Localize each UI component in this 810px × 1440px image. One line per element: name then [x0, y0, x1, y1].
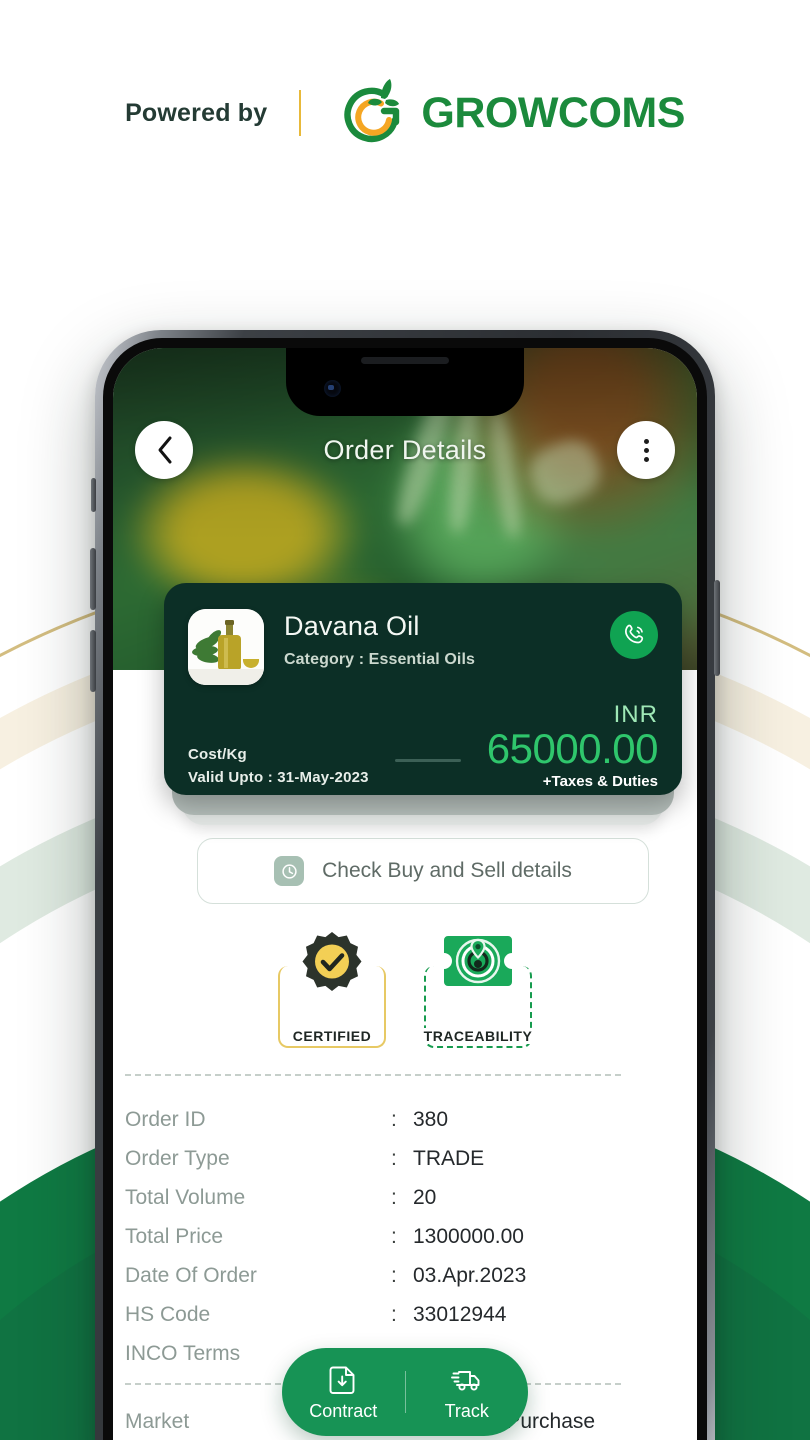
call-supplier-button[interactable]	[610, 611, 658, 659]
order-details-list: Order ID : 380 Order Type : TRADE Total …	[125, 1100, 645, 1373]
track-button[interactable]: Track	[406, 1362, 529, 1422]
product-meta: Davana Oil Category : Essential Oils	[284, 609, 590, 669]
detail-value: TRADE	[413, 1146, 485, 1170]
cost-per-kg-label: Cost/Kg	[188, 745, 247, 763]
detail-value: 1300000.00	[413, 1224, 524, 1248]
product-card-bottom: Cost/Kg Valid Upto : 31-May-2023 INR 650…	[188, 703, 658, 790]
cost-block: Cost/Kg Valid Upto : 31-May-2023	[188, 746, 369, 790]
document-download-icon	[329, 1366, 355, 1394]
detail-value: 20	[413, 1185, 437, 1209]
powered-by-label: Powered by	[125, 98, 268, 127]
phone-call-icon	[624, 624, 643, 643]
detail-colon: :	[391, 1146, 397, 1170]
traceability-badge-label: TRACEABILITY	[418, 1028, 538, 1044]
details-divider-top	[125, 1074, 621, 1076]
table-row: HS Code : 33012944	[125, 1295, 645, 1334]
phone-mockup: Order Details Davana Oil Category: Esse…	[90, 330, 720, 1440]
oil-bottle-image	[188, 609, 264, 685]
product-name: Davana Oil	[284, 611, 420, 641]
certified-seal-glyph	[302, 932, 362, 991]
table-row: Order ID : 380	[125, 1100, 645, 1139]
product-thumbnail	[188, 609, 264, 685]
growcoms-logo: GROWCOMS	[341, 78, 685, 148]
detail-label: Order Type	[125, 1146, 230, 1170]
product-summary-card: Davana Oil Category : Essential Oils Cos…	[164, 583, 682, 795]
table-row: Total Volume : 20	[125, 1178, 645, 1217]
product-card-stack: Davana Oil Category : Essential Oils Cos…	[164, 583, 682, 825]
more-vertical-icon	[643, 438, 649, 462]
table-row: Order Type : TRADE	[125, 1139, 645, 1178]
price-amount: 65000.00	[486, 725, 659, 772]
detail-label: Total Price	[125, 1224, 224, 1248]
page-title: Order Details	[323, 434, 487, 465]
clock-glyph	[281, 863, 297, 879]
contract-label: Contract	[309, 1401, 378, 1421]
contract-button[interactable]: Contract	[282, 1362, 405, 1422]
earpiece-speaker	[361, 357, 449, 364]
growcoms-mark-icon	[344, 79, 400, 143]
detail-value: 380	[413, 1107, 449, 1131]
phone-screen: Order Details Davana Oil Category: Esse…	[113, 348, 697, 1440]
phone-volume-down-button[interactable]	[90, 630, 96, 692]
powered-by-bar: Powered by GROWCOMS	[0, 72, 810, 154]
front-camera-icon	[324, 380, 341, 397]
phone-power-button[interactable]	[714, 580, 720, 676]
price-block: INR 65000.00 +Taxes & Duties	[486, 701, 659, 790]
price-separator-line	[394, 758, 461, 762]
clock-icon	[274, 856, 305, 886]
traceability-radar-icon	[436, 928, 520, 1012]
detail-label: Date Of Order	[125, 1263, 257, 1287]
certified-seal-icon	[290, 928, 374, 1012]
currency-label: INR	[613, 701, 658, 728]
traceability-radar-glyph	[444, 936, 512, 986]
app-header: Order Details	[113, 414, 697, 486]
certification-badges: CERTIFIED TRACEABILITY	[113, 928, 697, 1048]
powered-by-divider	[299, 90, 302, 136]
detail-label: HS Code	[125, 1302, 211, 1326]
chevron-left-icon	[158, 436, 171, 464]
detail-colon: :	[391, 1224, 397, 1248]
back-button[interactable]	[135, 421, 193, 479]
growcoms-wordmark: GROWCOMS	[421, 88, 685, 137]
traceability-badge[interactable]: TRACEABILITY	[418, 928, 538, 1048]
check-buy-sell-button[interactable]: Check Buy and Sell details	[197, 838, 649, 904]
certified-badge-label: CERTIFIED	[287, 1028, 377, 1044]
detail-label: Total Volume	[125, 1185, 246, 1209]
delivery-truck-icon	[450, 1371, 480, 1391]
floating-action-bar: Contract Track	[282, 1348, 528, 1436]
valid-upto-label: Valid Upto : 31-May-2023	[188, 768, 369, 786]
detail-colon: :	[391, 1107, 397, 1131]
table-row: Date Of Order : 03.Apr.2023	[125, 1256, 645, 1295]
table-row: Total Price : 1300000.00	[125, 1217, 645, 1256]
detail-label: Order ID	[125, 1107, 206, 1131]
menu-button[interactable]	[617, 421, 675, 479]
certified-badge[interactable]: CERTIFIED	[278, 928, 386, 1048]
phone-silent-switch[interactable]	[91, 478, 96, 512]
detail-colon: :	[391, 1302, 397, 1326]
detail-colon: :	[391, 1185, 397, 1209]
detail-value: 33012944	[413, 1302, 507, 1326]
phone-volume-up-button[interactable]	[90, 548, 96, 610]
detail-value: 03.Apr.2023	[413, 1263, 527, 1287]
detail-colon: :	[391, 1263, 397, 1287]
track-label: Track	[444, 1401, 489, 1421]
phone-notch	[286, 348, 524, 416]
product-category: Category : Essential Oils	[284, 651, 476, 668]
product-card-top: Davana Oil Category : Essential Oils	[188, 609, 658, 685]
taxes-note: +Taxes & Duties	[542, 772, 658, 790]
check-buy-sell-label: Check Buy and Sell details	[322, 859, 572, 882]
